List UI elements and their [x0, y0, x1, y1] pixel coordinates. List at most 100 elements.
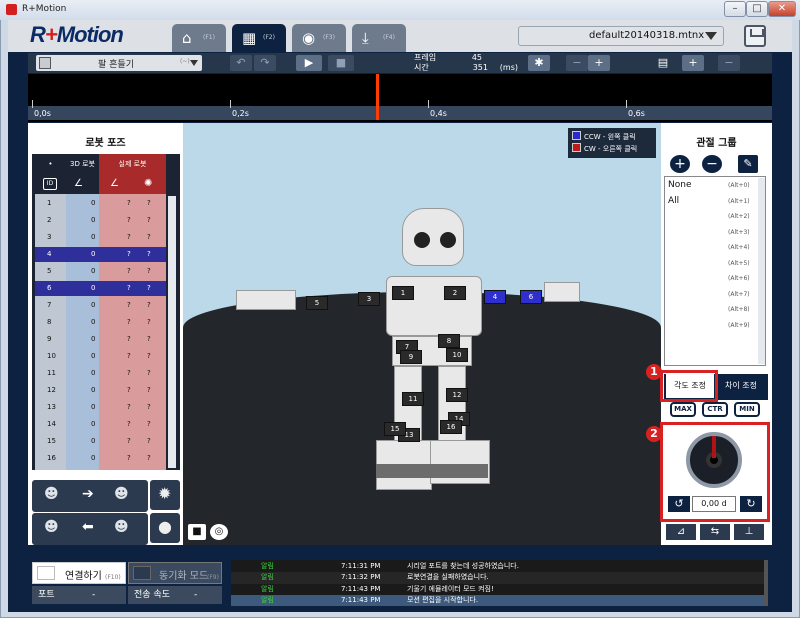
motion-name: 팔 흔들기 — [98, 60, 134, 70]
servo-label[interactable]: 3 — [358, 292, 380, 306]
minimize-button[interactable]: – — [724, 1, 746, 17]
pose-row[interactable]: 10 0?? — [35, 349, 166, 364]
ctr-button[interactable]: CTR — [702, 402, 728, 417]
log-row: 알림 7:11:31 PM 시리얼 포트를 찾는데 성공하였습니다. — [231, 561, 767, 572]
max-button[interactable]: MAX — [670, 402, 696, 417]
servo-label[interactable]: 16 — [440, 420, 462, 434]
camera-icon[interactable]: ■ — [188, 524, 206, 540]
remove-frame-button[interactable]: − — [718, 55, 740, 71]
undo-button[interactable]: ↶ — [230, 55, 252, 71]
copy-3d-to-real-button[interactable]: ☻ ➔ ☻ — [32, 480, 148, 512]
log-row: 알림 7:11:43 PM 기울기 에뮬레이터 모드 켜짐! — [231, 584, 767, 595]
pose-row[interactable]: 9 0?? — [35, 332, 166, 347]
copy-real-to-3d-button[interactable]: ☻ ⬅ ☻ — [32, 513, 148, 545]
servo-label[interactable]: 4 — [484, 290, 506, 304]
pose-cell-r1: ? — [127, 352, 131, 360]
sync-mode-button[interactable]: 동기화 모드 (F9) — [128, 562, 222, 584]
torque-off-button[interactable]: ● — [150, 513, 180, 543]
log-msg: 로봇연결을 실패하였습니다. — [407, 573, 489, 582]
servo-label[interactable]: 6 — [520, 290, 542, 304]
pose-cell-id: 2 — [47, 216, 52, 224]
tab-download[interactable]: ⤓ (F4) — [352, 24, 406, 52]
pose-row[interactable]: 11 0?? — [35, 366, 166, 381]
servo-label[interactable]: 12 — [446, 388, 468, 402]
pose-row[interactable]: 15 0?? — [35, 434, 166, 449]
gear-icon[interactable]: ✱ — [528, 55, 550, 71]
pose-row[interactable]: 2 0?? — [35, 213, 166, 228]
pose-row[interactable]: 3 0?? — [35, 230, 166, 245]
servo-label[interactable]: 10 — [446, 348, 468, 362]
joint-group-shortcut: (Alt+9) — [728, 321, 750, 329]
pose-row[interactable]: 12 0?? — [35, 383, 166, 398]
robot-icon: ☻ — [44, 486, 59, 502]
remove-group-button[interactable]: − — [702, 155, 722, 173]
servo-label[interactable]: 2 — [444, 286, 466, 300]
pose-row[interactable]: 1 0?? — [35, 196, 166, 211]
pose-cell-id: 1 — [47, 199, 52, 207]
pose-row[interactable]: 13 0?? — [35, 400, 166, 415]
pose-row[interactable]: 7 0?? — [35, 298, 166, 313]
timeline-cursor[interactable] — [376, 74, 379, 120]
pose-row[interactable]: 5 0?? — [35, 264, 166, 279]
mirror-button[interactable]: ⊿ — [666, 524, 696, 540]
col-3d-header: 3D 로봇 — [70, 160, 95, 168]
torque-on-button[interactable]: ✹ — [150, 480, 180, 510]
add-group-button[interactable]: + — [670, 155, 690, 173]
edit-group-button[interactable]: ✎ — [738, 155, 758, 173]
reset-view-icon[interactable]: ◎ — [210, 524, 228, 540]
chevron-down-icon — [705, 32, 717, 40]
connect-button[interactable]: 연결하기 (F10) — [32, 562, 126, 584]
pose-row[interactable]: 6 0?? — [35, 281, 166, 297]
servo-label[interactable]: 11 — [402, 392, 424, 406]
pose-cell-v3d: 0 — [91, 386, 96, 394]
log-scrollbar[interactable] — [764, 560, 768, 606]
servo-label[interactable]: 15 — [384, 422, 406, 436]
add-frame-button[interactable]: + — [682, 55, 704, 71]
pose-row[interactable]: 8 0?? — [35, 315, 166, 330]
id-icon: ID — [43, 178, 57, 190]
play-button[interactable]: ▶ — [296, 55, 322, 71]
maximize-button[interactable]: □ — [746, 1, 768, 17]
redo-button[interactable]: ↷ — [254, 55, 276, 71]
joint-group-scrollbar[interactable] — [758, 178, 765, 364]
log-type: 알림 — [261, 584, 274, 593]
pose-row[interactable]: 16 0?? — [35, 451, 166, 466]
pose-row[interactable]: 14 0?? — [35, 417, 166, 432]
zoom-out-button[interactable]: − — [566, 55, 588, 71]
pose-row[interactable]: 4 0?? — [35, 247, 166, 263]
log-time: 7:11:31 PM — [341, 562, 381, 570]
joint-group-shortcut: (Alt+3) — [728, 228, 750, 236]
servo-label[interactable]: 8 — [438, 334, 460, 348]
tab-home[interactable]: ⌂ (F1) — [172, 24, 226, 52]
servo-label[interactable]: 1 — [392, 286, 414, 300]
servo-label[interactable]: 5 — [306, 296, 328, 310]
port-select[interactable]: 포트 - — [32, 586, 126, 604]
save-button[interactable] — [744, 25, 766, 47]
min-button[interactable]: MIN — [734, 402, 760, 417]
tab-difference-adjust[interactable]: 차이 조정 — [716, 374, 766, 398]
pose-cell-id: 13 — [47, 403, 56, 411]
pose-cell-r2: ? — [147, 403, 151, 411]
file-select[interactable]: default20140318.mtnx — [518, 26, 724, 46]
joint-group-item[interactable]: None — [668, 180, 691, 190]
reel-icon: ◉ — [302, 29, 316, 47]
ccw-swatch — [572, 131, 581, 140]
motion-select[interactable]: 팔 흔들기 (~) — [36, 55, 202, 71]
close-button[interactable]: ✕ — [768, 1, 796, 17]
swap-button[interactable]: ⇆ — [700, 524, 730, 540]
baudrate-select[interactable]: 전송 속도 - — [128, 586, 222, 604]
servo-label[interactable]: 9 — [400, 350, 422, 364]
pose-cell-r2: ? — [147, 352, 151, 360]
flip-button[interactable]: ⊥ — [734, 524, 764, 540]
tab-motion[interactable]: ▦ (F2) — [232, 24, 286, 52]
joint-group-item[interactable]: All — [668, 196, 679, 206]
pose-cell-id: 7 — [47, 301, 52, 309]
annotation-badge-1: 1 — [646, 364, 662, 380]
stop-button[interactable]: ■ — [328, 55, 354, 71]
sync-icon — [133, 566, 151, 580]
pose-cell-r1: ? — [127, 420, 131, 428]
pose-scrollbar[interactable] — [168, 196, 176, 468]
zoom-in-button[interactable]: + — [588, 55, 610, 71]
tab-media[interactable]: ◉ (F3) — [292, 24, 346, 52]
scene-button[interactable]: ▤ — [652, 55, 674, 71]
